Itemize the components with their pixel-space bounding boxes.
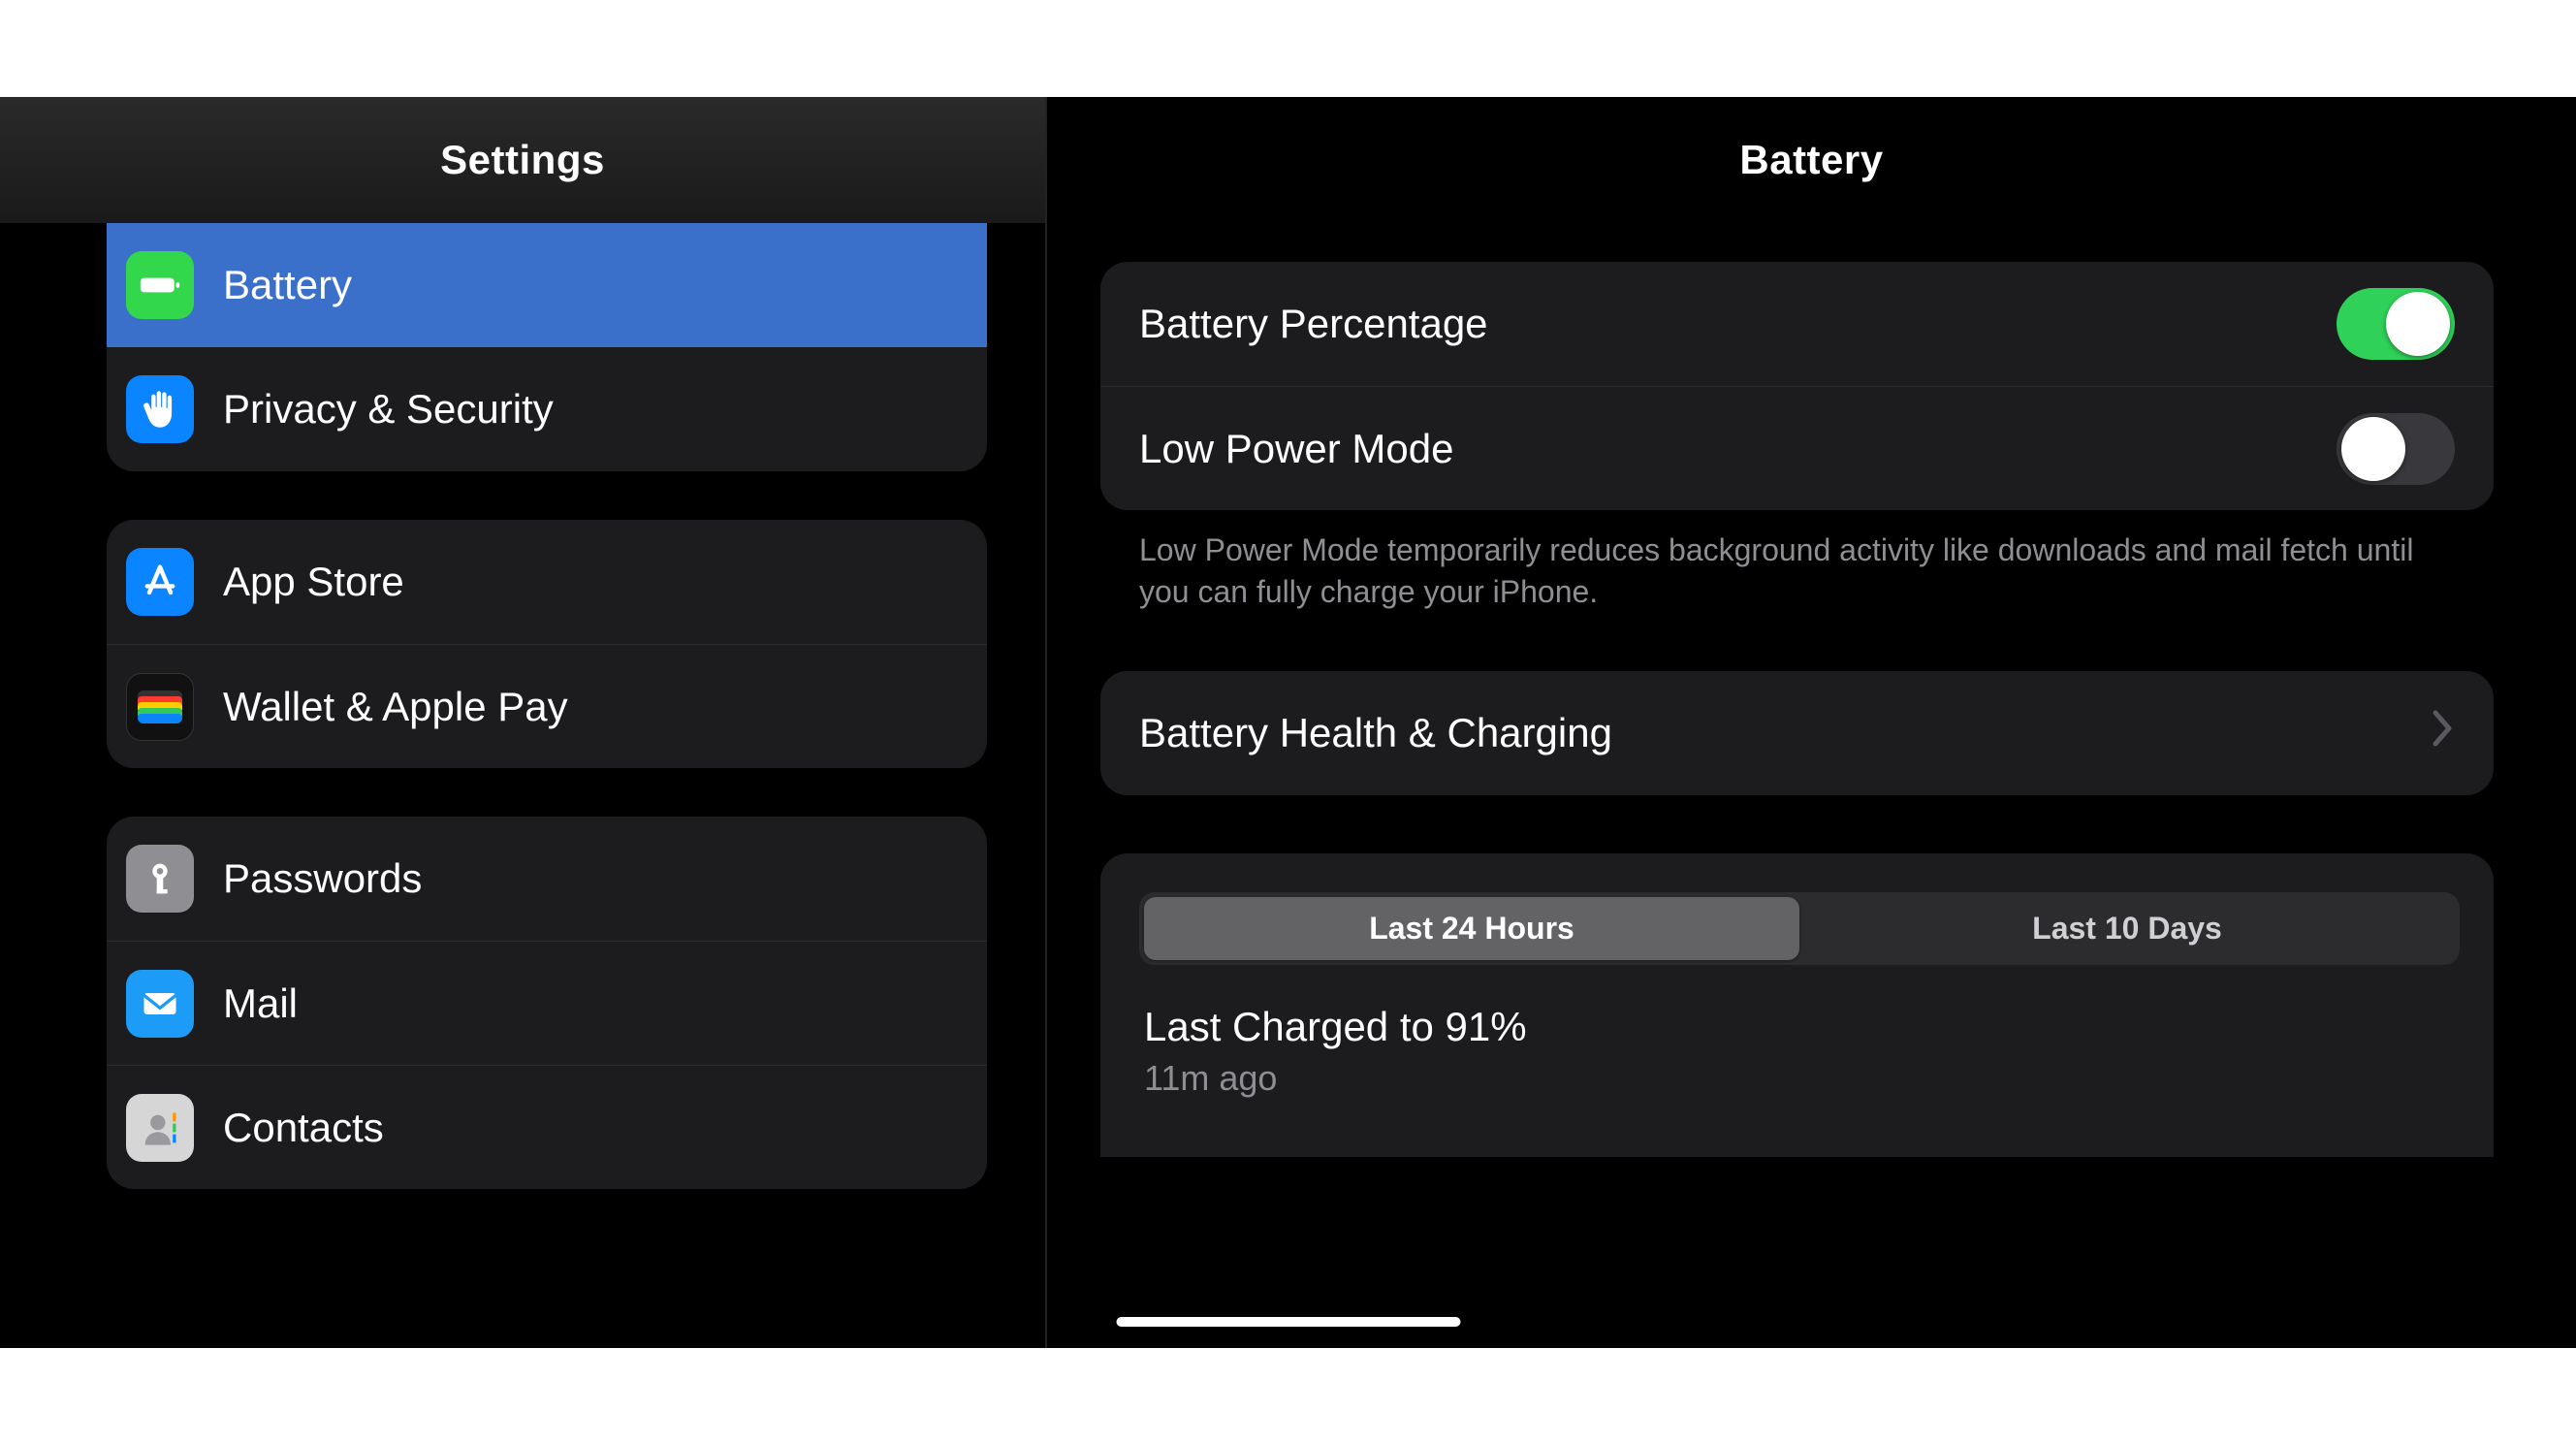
row-battery-percentage[interactable]: Battery Percentage (1100, 262, 2494, 386)
sidebar-item-label: Passwords (223, 855, 422, 902)
appstore-icon (126, 548, 194, 616)
sidebar-item-app-store[interactable]: App Store (107, 520, 987, 644)
settings-sidebar: Settings Battery Privacy & S (0, 97, 1047, 1348)
last-charged-subtitle: 11m ago (1139, 1058, 2460, 1099)
row-label: Low Power Mode (1139, 426, 2337, 472)
battery-health-card: Battery Health & Charging (1100, 671, 2494, 795)
sidebar-group: Battery Privacy & Security (107, 223, 987, 471)
key-icon (126, 845, 194, 913)
sidebar-item-passwords[interactable]: Passwords (107, 817, 987, 941)
low-power-mode-footnote: Low Power Mode temporarily reduces backg… (1100, 510, 2494, 671)
sidebar-item-label: Privacy & Security (223, 386, 554, 433)
hand-icon (126, 375, 194, 443)
sidebar-item-label: App Store (223, 559, 404, 605)
row-low-power-mode[interactable]: Low Power Mode (1100, 386, 2494, 510)
sidebar-item-label: Wallet & Apple Pay (223, 684, 568, 730)
detail-header: Battery (1047, 97, 2576, 223)
sidebar-item-label: Mail (223, 980, 298, 1027)
sidebar-item-privacy-security[interactable]: Privacy & Security (107, 347, 987, 471)
toggle-battery-percentage[interactable] (2337, 288, 2455, 360)
battery-usage-card: Last 24 Hours Last 10 Days Last Charged … (1100, 853, 2494, 1157)
sidebar-item-contacts[interactable]: Contacts (107, 1065, 987, 1189)
wallet-icon (126, 673, 194, 741)
toggle-knob (2386, 292, 2450, 356)
home-indicator[interactable] (1116, 1317, 1460, 1327)
segment-last-24-hours[interactable]: Last 24 Hours (1144, 897, 1799, 960)
toggle-knob (2341, 417, 2405, 481)
mail-icon (126, 970, 194, 1038)
segment-last-10-days[interactable]: Last 10 Days (1799, 897, 2455, 960)
detail-body[interactable]: Battery Percentage Low Power Mode Low Po… (1047, 223, 2576, 1348)
time-range-segmented-control[interactable]: Last 24 Hours Last 10 Days (1139, 892, 2460, 965)
settings-screen: Settings Battery Privacy & S (0, 97, 2576, 1348)
last-charged-title: Last Charged to 91% (1139, 1004, 2460, 1050)
row-label: Battery Health & Charging (1139, 710, 2432, 756)
detail-title: Battery (1739, 137, 1883, 183)
row-battery-health-charging[interactable]: Battery Health & Charging (1100, 671, 2494, 795)
sidebar-item-wallet-apple-pay[interactable]: Wallet & Apple Pay (107, 644, 987, 768)
detail-pane: Battery Battery Percentage Low Power Mod… (1047, 97, 2576, 1348)
sidebar-item-mail[interactable]: Mail (107, 941, 987, 1065)
sidebar-scroll[interactable]: Battery Privacy & Security (0, 223, 1045, 1348)
sidebar-item-battery[interactable]: Battery (107, 223, 987, 347)
battery-icon (126, 251, 194, 319)
sidebar-group: App Store Wallet & Apple Pay (107, 520, 987, 768)
row-label: Battery Percentage (1139, 301, 2337, 347)
contacts-icon (126, 1094, 194, 1162)
sidebar-item-label: Battery (223, 262, 352, 308)
sidebar-item-label: Contacts (223, 1105, 384, 1151)
battery-toggles-card: Battery Percentage Low Power Mode (1100, 262, 2494, 510)
toggle-low-power-mode[interactable] (2337, 413, 2455, 485)
sidebar-group: Passwords Mail Contacts (107, 817, 987, 1189)
sidebar-header: Settings (0, 97, 1045, 223)
chevron-right-icon (2432, 709, 2455, 757)
sidebar-title: Settings (440, 137, 605, 183)
